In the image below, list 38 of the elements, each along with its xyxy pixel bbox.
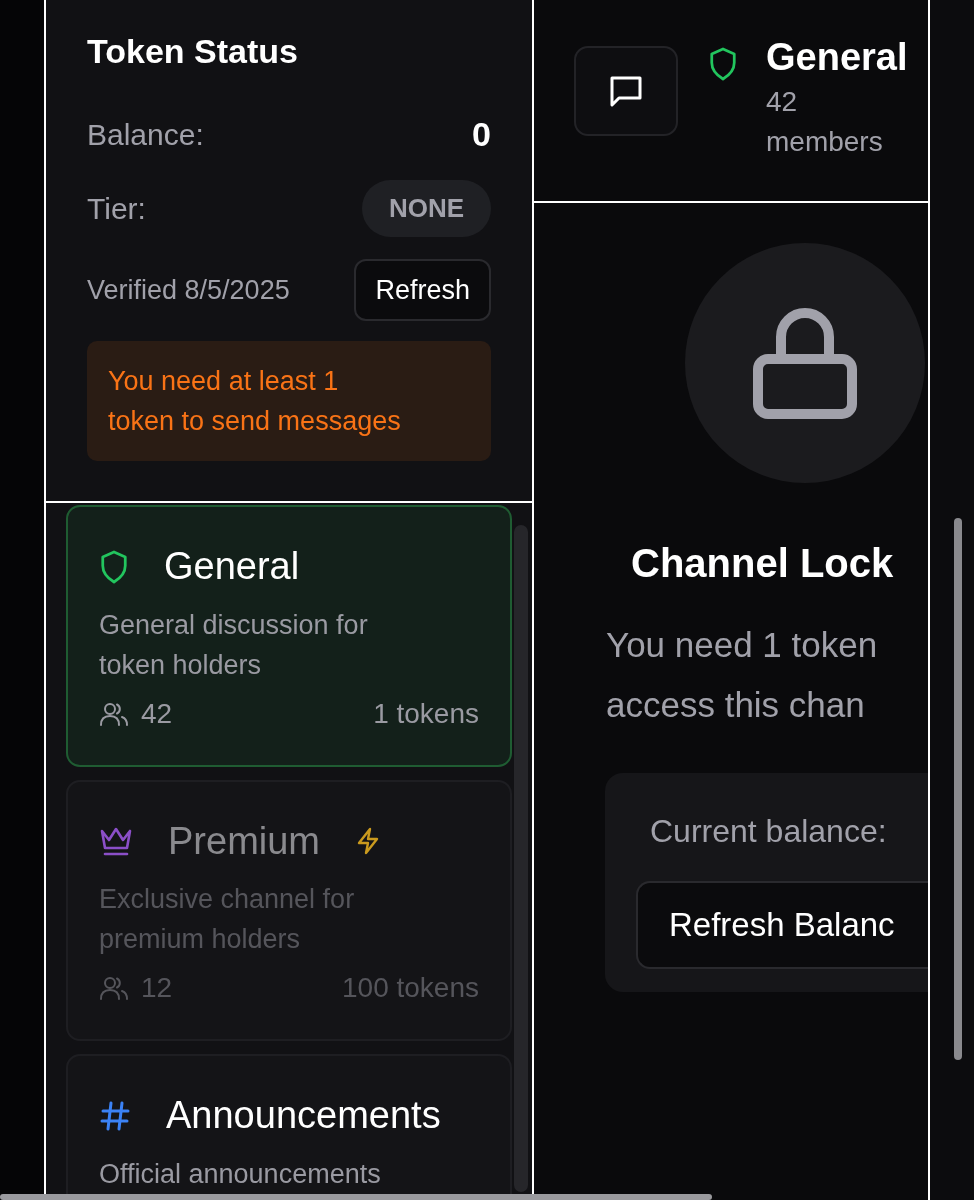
tier-badge: NONE	[361, 179, 491, 237]
refresh-balance-button[interactable]: Refresh Balanc	[636, 881, 928, 969]
member-count: 42 members	[766, 84, 884, 159]
locked-message: You need 1 token	[606, 624, 879, 666]
channel-name: Premium	[168, 818, 321, 864]
channel-name: General	[164, 544, 300, 589]
crown-icon	[99, 825, 133, 858]
channel-description: General discussion for token holders	[99, 608, 369, 682]
shield-icon	[708, 46, 738, 82]
lock-icon	[753, 307, 857, 419]
token-requirement: 1 tokens	[373, 696, 479, 731]
balance-label: Current balance:	[650, 812, 888, 851]
member-count: 42	[141, 696, 173, 731]
locked-title: Channel Lock	[631, 540, 895, 587]
channel-title: General	[766, 35, 909, 80]
users-icon	[99, 700, 129, 727]
balance-label: Balance:	[87, 116, 204, 153]
warning-message: You need at least 1 token to send messages	[87, 341, 491, 461]
horizontal-scrollbar[interactable]	[0, 1194, 712, 1200]
refresh-button[interactable]: Refresh	[354, 258, 491, 321]
users-icon	[99, 975, 129, 1001]
hash-icon	[99, 1099, 131, 1132]
balance-value: 0	[472, 113, 491, 155]
channel-name: Announcements	[166, 1093, 441, 1138]
token-requirement: 100 tokens	[342, 971, 479, 1005]
channel-description: Official announcements	[99, 1157, 382, 1191]
shield-icon	[99, 548, 129, 585]
channel-card[interactable]: Premium Exclusive channel for premium holders 12 100 tokens	[66, 779, 512, 1041]
channel-card[interactable]: General General discussion for token holders 42 1 tokens	[66, 505, 512, 767]
scrollbar-thumb[interactable]	[954, 518, 962, 1060]
channel-description: Exclusive channel for premium holders	[99, 883, 356, 956]
verified-date: Verified 8/5/2025	[87, 273, 290, 307]
chat-icon	[608, 74, 644, 108]
panel-title: Token Status	[87, 31, 299, 72]
tier-label: Tier:	[87, 190, 146, 227]
locked-message: access this chan	[606, 684, 866, 726]
member-count: 12	[141, 971, 173, 1005]
chat-button[interactable]	[574, 46, 678, 136]
